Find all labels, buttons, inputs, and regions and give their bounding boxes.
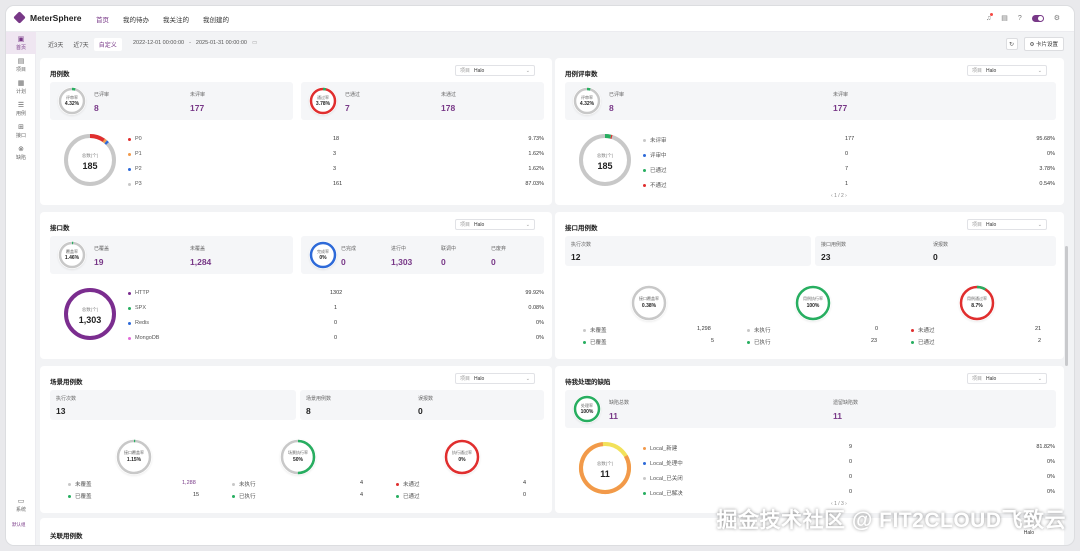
system-icon: ▭ xyxy=(17,497,25,505)
sidebar-item-case[interactable]: ☰ 用例 xyxy=(6,98,36,120)
notpassed-count: 178 xyxy=(441,103,456,113)
card-scenario: 场景用例数 项目 Halo ⌄ 执行次数 13 场景用例数 8 误报数 0 接口覆盖… xyxy=(40,366,552,513)
start-date: 2022-12-01 00:00:00 xyxy=(133,40,185,46)
chevron-down-icon: ⌄ xyxy=(1037,67,1042,74)
calendar-icon: ▭ xyxy=(252,40,258,46)
case-priority-donut: 总数(个) 185 xyxy=(62,132,118,188)
project-select[interactable]: 项目 Halo ⌄ xyxy=(967,65,1047,76)
review-rate-ring: 评审率 4.32% xyxy=(58,87,86,115)
pass-stat-box: 通过率 3.78% 已通过 7 未通过 178 xyxy=(301,82,544,120)
legend-p2: P2 xyxy=(128,166,142,172)
sidebar-item-system[interactable]: ▭ 系统 xyxy=(6,494,36,516)
org-label[interactable]: 默认组 xyxy=(12,522,26,528)
nav-my-todo[interactable]: 我的待办 xyxy=(123,14,149,24)
sidebar-item-api[interactable]: ⊞ 接口 xyxy=(6,120,36,142)
chevron-down-icon: ⌄ xyxy=(1037,221,1042,228)
card-case-review: 用例评审数 项目 Halo ⌄ 评审率 4.32% 已评审 8 未评审 177 总数… xyxy=(555,58,1064,205)
date-range-tabs: 近3天 近7天 自定义 xyxy=(42,37,123,52)
project-select[interactable]: 项目 Halo ⌄ xyxy=(455,65,535,76)
api-protocol-donut: 总数(个) 1,303 xyxy=(62,286,118,342)
task-icon[interactable]: ▤ xyxy=(1001,14,1008,22)
legend-pager[interactable]: ‹ 1 / 2 › xyxy=(831,193,847,199)
review-rate-ring: 评审率 4.32% xyxy=(573,87,601,115)
project-icon: ▤ xyxy=(17,57,25,65)
review-stat-box: 评审率 4.32% 已评审 8 未评审 177 xyxy=(50,82,293,120)
nav-my-created[interactable]: 我创建的 xyxy=(203,14,229,24)
chevron-down-icon: ⌄ xyxy=(525,375,530,382)
card-api-count: 接口数 项目 Halo ⌄ 覆盖率 1.46% 已覆盖 19 未覆盖 1,284 完… xyxy=(40,212,552,359)
case-pass-ring: 用例通过率 8.7% xyxy=(959,285,995,321)
project-select[interactable]: 项目 Halo ⌄ xyxy=(967,219,1047,230)
home-icon: ▣ xyxy=(17,35,25,43)
api-coverage-ring: 接口覆盖率 0.38% xyxy=(631,285,667,321)
app-window: MeterSphere 首页 我的待办 我关注的 我创建的 ♫ ▤ ? ⚙ ▣ … xyxy=(6,6,1074,545)
coverage-ring: 覆盖率 1.46% xyxy=(58,241,86,269)
tab-3days[interactable]: 近3天 xyxy=(43,38,68,51)
coverage-stat-box: 覆盖率 1.46% 已覆盖 19 未覆盖 1,284 xyxy=(50,236,293,274)
project-select[interactable]: 项目 Halo ⌄ xyxy=(967,373,1047,384)
completion-stat-box: 完成率 0% 已完成 0 进行中 1,303 联调中 0 已废弃 0 xyxy=(301,236,544,274)
card-settings-button[interactable]: ⚙ 卡片设置 xyxy=(1023,37,1064,51)
reviewed-count: 8 xyxy=(94,103,99,113)
passed-count: 7 xyxy=(345,103,350,113)
bug-status-donut: 总数(个) 11 xyxy=(577,440,633,496)
theme-toggle[interactable] xyxy=(1031,14,1044,22)
nav-my-follow[interactable]: 我关注的 xyxy=(163,14,189,24)
nav-home[interactable]: 首页 xyxy=(96,14,109,24)
scenario-pass-ring: 执行通过率 0% xyxy=(444,439,480,475)
top-right-icons: ♫ ▤ ? ⚙ xyxy=(986,12,1060,22)
legend-p0: P0 xyxy=(128,136,142,142)
watermark: 掘金技术社区 @ FIT2CLOUD飞致云 xyxy=(716,509,1066,532)
bell-icon[interactable]: ♫ xyxy=(986,12,994,22)
card-title: 用例评审数 xyxy=(565,71,598,78)
tab-custom[interactable]: 自定义 xyxy=(93,38,122,51)
chevron-down-icon: ⌄ xyxy=(1037,375,1042,382)
case-exec-ring: 用例执行率 100% xyxy=(795,285,831,321)
legend-p1: P1 xyxy=(128,151,142,157)
sidebar: ▣ 首页 ▤ 项目 ▦ 计划 ☰ 用例 ⊞ 接口 ⊗ 缺陷 ▭ 系统 默认组 xyxy=(6,32,36,545)
scenario-coverage-ring: 接口覆盖率 1.15% xyxy=(116,439,152,475)
date-range-picker[interactable]: 2022-12-01 00:00:00 - 2025-01-31 00:00:0… xyxy=(127,37,287,49)
api-icon: ⊞ xyxy=(18,123,24,131)
plan-icon: ▦ xyxy=(17,79,25,87)
legend-p3: P3 xyxy=(128,181,142,187)
metersphere-logo-icon xyxy=(13,11,26,24)
logo[interactable]: MeterSphere xyxy=(13,11,82,24)
review-stat-box: 评审率 4.32% 已评审 8 未评审 177 xyxy=(565,82,1056,120)
sidebar-item-home[interactable]: ▣ 首页 xyxy=(6,32,36,54)
filter-bar: 近3天 近7天 自定义 2022-12-01 00:00:00 - 2025-0… xyxy=(42,32,1070,56)
card-bugs: 待我处理的缺陷 项目 Halo ⌄ 处理率 100% 缺陷总数 11 遗留缺陷数 1… xyxy=(555,366,1064,513)
case-icon: ☰ xyxy=(17,101,25,109)
sidebar-item-project[interactable]: ▤ 项目 xyxy=(6,54,36,76)
sidebar-item-plan[interactable]: ▦ 计划 xyxy=(6,76,36,98)
help-icon[interactable]: ? xyxy=(1018,15,1022,22)
end-date: 2025-01-31 00:00:00 xyxy=(195,40,247,46)
chevron-down-icon: ⌄ xyxy=(525,67,530,74)
app-name: MeterSphere xyxy=(30,12,82,23)
pass-rate-ring: 通过率 3.78% xyxy=(309,87,337,115)
unreviewed-count: 177 xyxy=(190,103,205,113)
scrollbar[interactable] xyxy=(1065,246,1068,366)
project-select[interactable]: 项目 Halo ⌄ xyxy=(455,219,535,230)
scenario-exec-ring: 场景执行率 50% xyxy=(280,439,316,475)
chevron-down-icon: ⌄ xyxy=(525,221,530,228)
sidebar-item-bug[interactable]: ⊗ 缺陷 xyxy=(6,142,36,164)
project-select[interactable]: 项目 Halo ⌄ xyxy=(455,373,535,384)
settings-icon[interactable]: ⚙ xyxy=(1054,14,1060,22)
bug-icon: ⊗ xyxy=(18,145,24,153)
review-status-donut: 总数(个) 185 xyxy=(577,132,633,188)
top-nav: 首页 我的待办 我关注的 我创建的 xyxy=(96,14,229,24)
handled-rate-ring: 处理率 100% xyxy=(573,395,601,423)
tab-7days[interactable]: 近7天 xyxy=(68,38,93,51)
refresh-icon[interactable]: ↻ xyxy=(1005,38,1018,50)
top-bar: MeterSphere 首页 我的待办 我关注的 我创建的 ♫ ▤ ? ⚙ xyxy=(6,6,1074,32)
card-case-count: 用例数 项目 Halo ⌄ 评审率 4.32% 已评审 8 未评审 177 通过率 … xyxy=(40,58,552,205)
card-title: 用例数 xyxy=(50,71,70,78)
completion-ring: 完成率 0% xyxy=(309,241,337,269)
card-api-case: 接口用例数 项目 Halo ⌄ 执行次数 12 接口用例数 23 误报数 0 接口覆… xyxy=(555,212,1064,359)
